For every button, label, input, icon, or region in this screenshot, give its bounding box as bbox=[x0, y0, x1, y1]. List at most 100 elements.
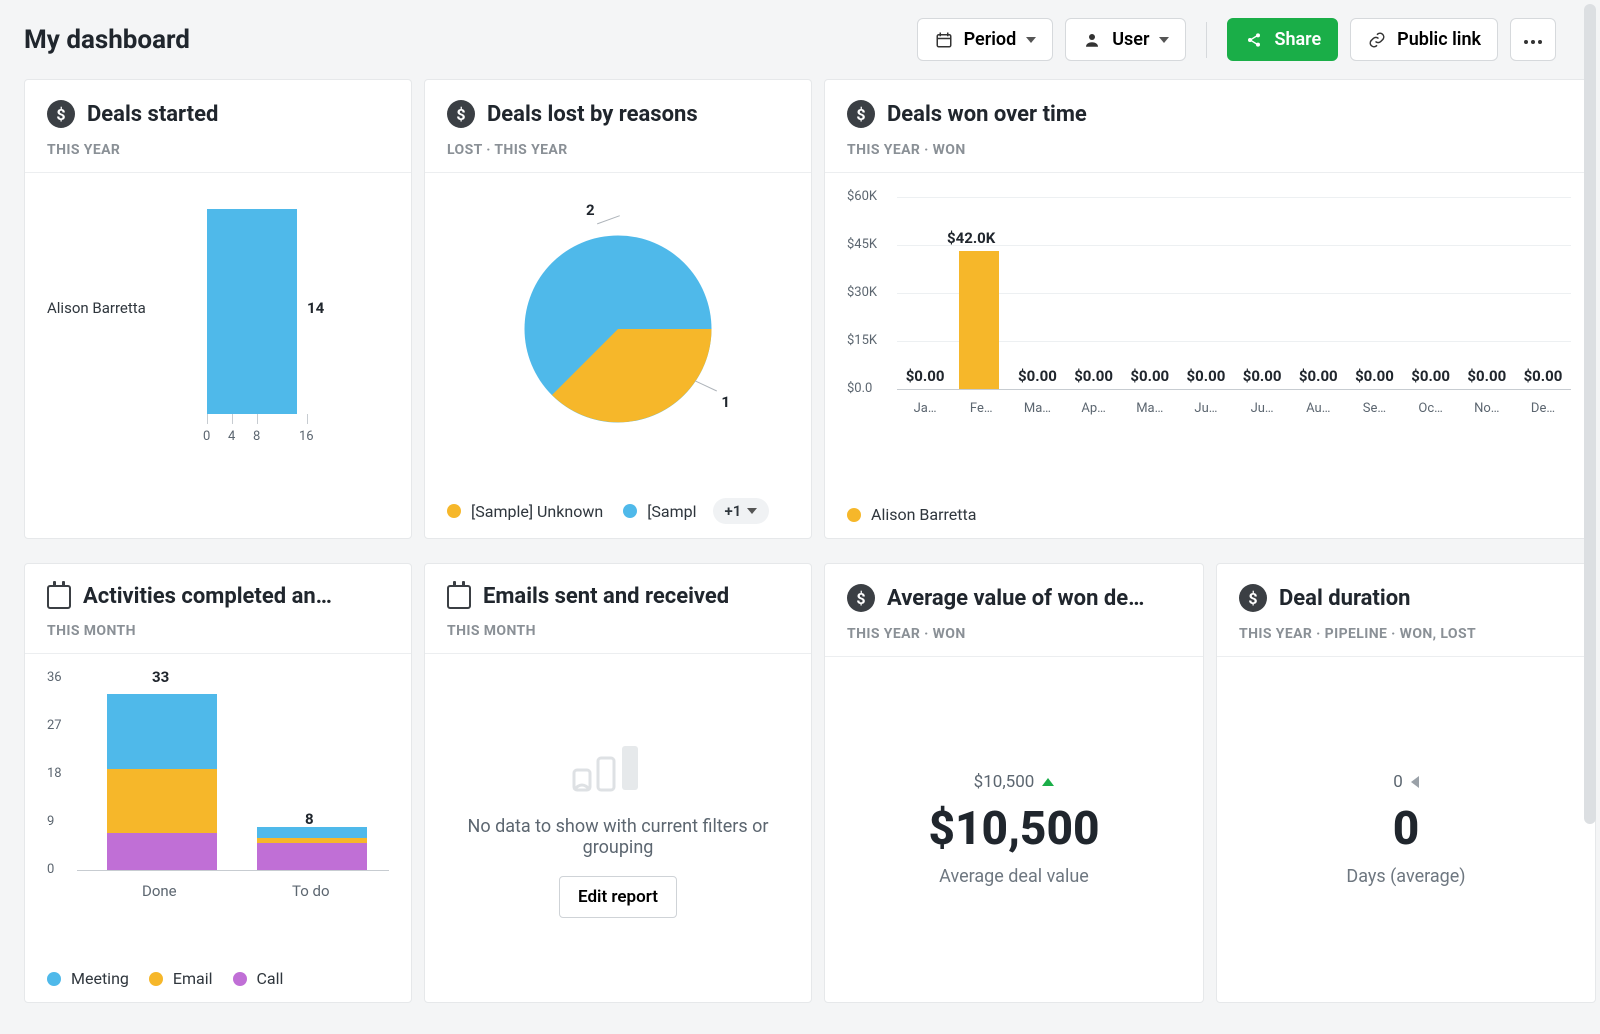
x-tick: De… bbox=[1515, 401, 1571, 416]
x-tick: Ap… bbox=[1066, 401, 1122, 416]
legend-label: Alison Barretta bbox=[871, 505, 976, 524]
bar-value-label: $0.00 bbox=[1515, 367, 1571, 385]
card-avg-value[interactable]: $ Average value of won de… THIS YEAR · W… bbox=[824, 563, 1204, 1003]
card-subtitle: THIS YEAR bbox=[47, 142, 389, 158]
x-tick: No… bbox=[1459, 401, 1515, 416]
bar-segment-email bbox=[107, 769, 217, 833]
legend-dot bbox=[447, 504, 461, 518]
dollar-icon: $ bbox=[847, 100, 875, 128]
legend-more-pill[interactable]: +1 bbox=[713, 498, 770, 524]
y-tick: $0.0 bbox=[847, 381, 872, 396]
card-deals-started[interactable]: $ Deals started THIS YEAR Alison Barrett… bbox=[24, 79, 412, 539]
bar-segment-meeting bbox=[107, 694, 217, 769]
pie-label: 2 bbox=[586, 201, 595, 219]
bar-value-label: $0.00 bbox=[1403, 367, 1459, 385]
more-icon bbox=[1523, 29, 1543, 50]
bar-value-label: $0.00 bbox=[1066, 367, 1122, 385]
dollar-icon: $ bbox=[47, 100, 75, 128]
card-deals-lost[interactable]: $ Deals lost by reasons LOST · THIS YEAR… bbox=[424, 79, 812, 539]
card-deals-won[interactable]: $ Deals won over time THIS YEAR · WON $6… bbox=[824, 79, 1594, 539]
legend-dot bbox=[623, 504, 637, 518]
bar bbox=[207, 209, 297, 414]
x-tick: Oc… bbox=[1403, 401, 1459, 416]
y-tick: 0 bbox=[47, 862, 54, 877]
x-tick: Ma… bbox=[1009, 401, 1065, 416]
bar-category-label: Alison Barretta bbox=[47, 299, 146, 317]
legend-more-label: +1 bbox=[725, 502, 742, 520]
kpi-compare-value: 0 bbox=[1393, 772, 1403, 792]
bar-value-label: $0.00 bbox=[1009, 367, 1065, 385]
trend-neutral-icon bbox=[1411, 776, 1419, 788]
share-label: Share bbox=[1274, 29, 1321, 50]
legend-dot bbox=[233, 972, 247, 986]
calendar-icon bbox=[934, 30, 954, 50]
card-title-text: Emails sent and received bbox=[483, 584, 729, 609]
chevron-down-icon bbox=[1026, 37, 1036, 43]
header-actions: Period User Share Publ bbox=[917, 18, 1556, 61]
bar-value-label: $0.00 bbox=[1234, 367, 1290, 385]
bar-total-label: 33 bbox=[152, 668, 169, 686]
legend-label: [Sample] Unknown bbox=[471, 502, 603, 521]
bar-value-label: $42.0K bbox=[947, 229, 995, 247]
edit-report-button[interactable]: Edit report bbox=[559, 876, 677, 918]
x-category: To do bbox=[292, 882, 330, 900]
x-tick: Ma… bbox=[1122, 401, 1178, 416]
scrollbar[interactable] bbox=[1584, 4, 1596, 824]
y-tick: $15K bbox=[847, 333, 877, 348]
divider bbox=[1206, 22, 1207, 58]
y-tick: 9 bbox=[47, 814, 54, 829]
empty-state-text: No data to show with current filters or … bbox=[445, 816, 791, 858]
card-subtitle: LOST · THIS YEAR bbox=[447, 142, 789, 158]
bar-value-label: $0.00 bbox=[1346, 367, 1402, 385]
card-title-text: Deal duration bbox=[1279, 586, 1410, 611]
public-link-button[interactable]: Public link bbox=[1350, 18, 1498, 61]
card-title-text: Activities completed an… bbox=[83, 584, 332, 609]
public-link-label: Public link bbox=[1397, 29, 1481, 50]
x-tick: Ju… bbox=[1234, 401, 1290, 416]
legend-dot bbox=[47, 972, 61, 986]
bar-segment-call bbox=[257, 843, 367, 870]
x-tick: 0 bbox=[203, 429, 210, 444]
card-title-text: Deals started bbox=[87, 102, 218, 127]
card-title-text: Deals won over time bbox=[887, 102, 1087, 127]
chevron-down-icon bbox=[747, 508, 757, 514]
legend-label: Email bbox=[173, 969, 213, 988]
period-dropdown[interactable]: Period bbox=[917, 18, 1054, 61]
kpi-label: Days (average) bbox=[1346, 866, 1465, 887]
bar-total-label: 8 bbox=[305, 810, 314, 828]
more-menu-button[interactable] bbox=[1510, 18, 1556, 61]
dollar-icon: $ bbox=[1239, 584, 1267, 612]
kpi-label: Average deal value bbox=[939, 866, 1089, 887]
card-emails[interactable]: Emails sent and received THIS MONTH No d… bbox=[424, 563, 812, 1003]
chevron-down-icon bbox=[1159, 37, 1169, 43]
x-tick: Se… bbox=[1346, 401, 1402, 416]
kpi-compare-value: $10,500 bbox=[974, 772, 1035, 792]
dollar-icon: $ bbox=[447, 100, 475, 128]
bar-value-label: $0.00 bbox=[897, 367, 953, 385]
bar-segment-meeting bbox=[257, 827, 367, 838]
y-tick: 36 bbox=[47, 670, 62, 685]
y-tick: $30K bbox=[847, 285, 877, 300]
bar-value-label: $0.00 bbox=[1459, 367, 1515, 385]
card-subtitle: THIS YEAR · WON bbox=[847, 142, 1571, 158]
share-button[interactable]: Share bbox=[1227, 18, 1338, 61]
x-category: Done bbox=[142, 882, 177, 900]
kpi-value: $10,500 bbox=[928, 802, 1099, 856]
card-deal-duration[interactable]: $ Deal duration THIS YEAR · PIPELINE · W… bbox=[1216, 563, 1596, 1003]
card-subtitle: THIS MONTH bbox=[447, 623, 789, 639]
legend-label: Meeting bbox=[71, 969, 129, 988]
y-tick: 27 bbox=[47, 718, 62, 733]
card-subtitle: THIS YEAR · PIPELINE · WON, LOST bbox=[1239, 626, 1573, 642]
legend-dot bbox=[149, 972, 163, 986]
card-subtitle: THIS MONTH bbox=[47, 623, 389, 639]
x-tick: 16 bbox=[299, 429, 314, 444]
user-dropdown[interactable]: User bbox=[1065, 18, 1186, 61]
y-tick: $60K bbox=[847, 189, 877, 204]
y-tick: $45K bbox=[847, 237, 877, 252]
user-icon bbox=[1082, 30, 1102, 50]
bar-segment-call bbox=[107, 833, 217, 870]
bar-value-label: $0.00 bbox=[1290, 367, 1346, 385]
card-activities[interactable]: Activities completed an… THIS MONTH 36 2… bbox=[24, 563, 412, 1003]
pie-label: 1 bbox=[721, 393, 730, 411]
pie-chart bbox=[508, 219, 728, 439]
